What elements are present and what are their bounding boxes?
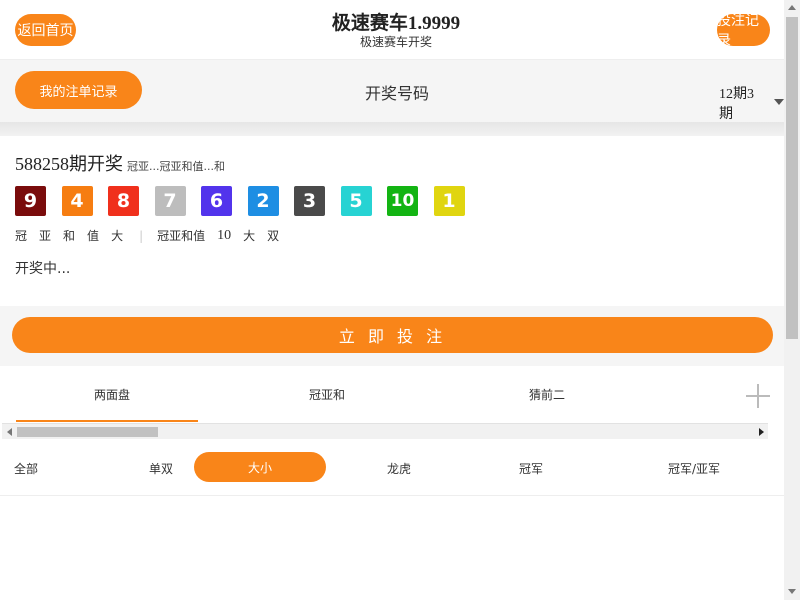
result-ball: 9 <box>15 186 46 216</box>
result-ball: 5 <box>340 186 372 216</box>
my-bets-button[interactable]: 我的注单记录 <box>15 71 142 109</box>
draw-status: 开奖中... <box>15 261 71 277</box>
bet-record-button[interactable]: 投注记录 <box>717 13 770 49</box>
scrollbar-thumb[interactable] <box>17 427 158 437</box>
toolbar: 我的注单记录 开奖号码 12期3期 <box>0 60 784 124</box>
tab-two-sides[interactable]: 两面盘 <box>94 386 130 403</box>
home-button[interactable]: 返回首页 <box>15 14 76 46</box>
filter-all[interactable]: 全部 <box>14 460 38 477</box>
stat-item: 冠 <box>15 229 28 243</box>
scroll-down-icon[interactable] <box>788 589 796 594</box>
play-tabs: 两面盘 冠亚和 猜前二 <box>0 366 784 423</box>
scroll-left-icon[interactable] <box>7 428 12 436</box>
result-balls: 9 4 8 7 6 2 3 5 10 1 <box>15 186 480 216</box>
issue-note: 冠亚...冠亚和值...和 <box>127 160 225 173</box>
stat-item: 大 <box>111 229 124 243</box>
result-ball: 7 <box>154 186 186 216</box>
toolbar-shadow <box>0 122 784 136</box>
issue-number: 588258 <box>15 154 69 174</box>
result-ball: 8 <box>108 186 139 216</box>
result-stats: 冠 亚 和 值 大 | 冠亚和值 10 大 双 <box>15 227 291 244</box>
stat-item: 值 <box>87 229 100 243</box>
page-subtitle: 极速赛车开奖 <box>359 35 432 49</box>
result-ball: 3 <box>294 186 325 216</box>
filter-row: 全部 单双 大小 龙虎 冠军 冠军/亚军 <box>0 440 784 496</box>
stat-tail: 双 <box>267 229 280 243</box>
issue-suffix: 期开奖 <box>69 154 123 174</box>
stat-tail: 大 <box>243 229 256 243</box>
page-title: 极速赛车1.9999 <box>331 13 461 34</box>
filter-champion-runner-up[interactable]: 冠军/亚军 <box>668 460 720 477</box>
stat-value: 10 <box>217 227 232 243</box>
vertical-scrollbar[interactable] <box>784 0 800 600</box>
period-select-value: 12期3期 <box>719 87 754 122</box>
result-ball: 1 <box>433 186 465 216</box>
scroll-up-icon[interactable] <box>788 5 796 10</box>
result-ball: 4 <box>61 186 93 216</box>
toolbar-title: 开奖号码 <box>364 84 429 103</box>
chevron-down-icon <box>774 99 784 105</box>
scrollbar-thumb[interactable] <box>786 17 798 339</box>
result-ball: 6 <box>201 186 232 216</box>
filter-dragon-tiger[interactable]: 龙虎 <box>387 460 411 477</box>
scroll-right-icon[interactable] <box>759 428 764 436</box>
period-select[interactable]: 12期3期 <box>719 83 784 123</box>
app-root: 返回首页 极速赛车1.9999 极速赛车开奖 投注记录 我的注单记录 开奖号码 … <box>0 0 784 600</box>
filter-champion[interactable]: 冠军 <box>519 460 543 477</box>
horizontal-scrollbar[interactable] <box>2 423 768 439</box>
tab-sum[interactable]: 冠亚和 <box>309 386 345 403</box>
tab-guess-top-two[interactable]: 猜前二 <box>529 386 565 403</box>
result-ball: 10 <box>387 186 418 216</box>
stat-item: 亚 <box>39 229 52 243</box>
stat-item: 和 <box>63 229 76 243</box>
stat-label: 冠亚和值 <box>157 229 206 243</box>
result-ball: 2 <box>247 186 279 216</box>
plus-icon[interactable] <box>746 384 770 408</box>
place-bet-button[interactable]: 立 即 投 注 <box>12 317 773 353</box>
filter-big-small[interactable]: 大小 <box>194 452 326 482</box>
tab-active-indicator <box>16 420 198 422</box>
issue-line: 588258 期开奖 冠亚...冠亚和值...和 <box>15 150 225 176</box>
filter-odd-even[interactable]: 单双 <box>149 460 173 477</box>
divider: | <box>139 228 144 243</box>
result-card: 588258 期开奖 冠亚...冠亚和值...和 9 4 8 7 6 2 3 5 10 1 冠 亚… <box>0 136 784 306</box>
page-header: 返回首页 极速赛车1.9999 极速赛车开奖 投注记录 <box>0 0 784 60</box>
